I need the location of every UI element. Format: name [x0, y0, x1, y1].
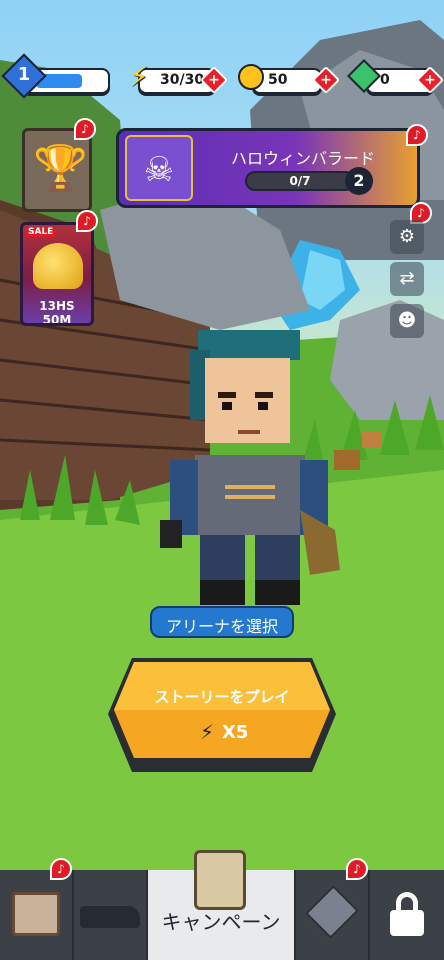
event-crown-icon: ☠ — [125, 135, 193, 201]
energy-icon: ⚡ — [129, 60, 149, 93]
gem-value: 0 — [380, 72, 390, 88]
sword-shield-icon — [305, 885, 359, 939]
settings-button[interactable]: ⚙ — [390, 220, 424, 254]
nav-locked[interactable] — [370, 870, 444, 960]
offer-timer: 13HS 50M — [39, 299, 75, 326]
nav-chest[interactable] — [0, 870, 74, 960]
chest-notification-icon: ♪ — [50, 858, 72, 880]
energy-cost-value: X5 — [222, 722, 249, 743]
discord-icon: ☻ — [397, 310, 417, 331]
play-story-label: ストーリーをプレイ — [154, 688, 290, 706]
chest-icon — [12, 892, 60, 936]
plus-icon: + — [424, 72, 436, 88]
plus-icon: + — [208, 72, 220, 88]
trophy-button[interactable]: 🏆 — [22, 128, 92, 212]
trophy-icon: 🏆 — [33, 143, 88, 194]
scroll-icon — [194, 850, 246, 910]
event-banner[interactable]: ☠ ハロウィンバラード 0/7 2 — [116, 128, 420, 208]
coin-icon — [238, 64, 264, 90]
energy-value: 30/30 — [160, 72, 205, 88]
level-number: 1 — [17, 64, 31, 85]
event-notification-icon: ♪ — [406, 124, 428, 146]
share-icon: ⇄ — [399, 268, 415, 289]
select-arena-button[interactable]: アリーナを選択 — [150, 606, 294, 638]
player-character[interactable] — [150, 330, 350, 610]
nav-forge[interactable] — [74, 870, 148, 960]
equipment-notification-icon: ♪ — [346, 858, 368, 880]
gold-pile-icon — [33, 243, 83, 289]
offer-notification-icon: ♪ — [76, 210, 98, 232]
select-arena-label: アリーナを選択 — [165, 617, 278, 636]
event-progress-text: 0/7 — [289, 174, 311, 188]
anvil-icon — [80, 906, 140, 928]
gear-icon: ⚙ — [398, 226, 416, 247]
nav-campaign-label: キャンペーン — [161, 910, 281, 934]
sale-label: SALE — [25, 227, 57, 237]
trophy-notification-icon: ♪ — [74, 118, 96, 140]
discord-button[interactable]: ☻ — [390, 304, 424, 338]
energy-cost-icon: ⚡ — [200, 720, 215, 744]
event-title: ハロウィンバラード — [231, 149, 376, 168]
share-button[interactable]: ⇄ — [390, 262, 424, 296]
nav-campaign[interactable]: キャンペーン — [148, 850, 296, 960]
play-story-button[interactable]: ストーリーをプレイ ⚡ X5 — [104, 654, 340, 776]
event-skull-badge: 2 — [345, 167, 373, 195]
coin-value: 50 — [268, 72, 288, 88]
lock-shackle-icon — [396, 892, 418, 914]
nav-equipment[interactable] — [296, 870, 370, 960]
shop-offer-button[interactable]: SALE 13HS 50M — [20, 222, 94, 326]
plus-icon: + — [320, 72, 332, 88]
